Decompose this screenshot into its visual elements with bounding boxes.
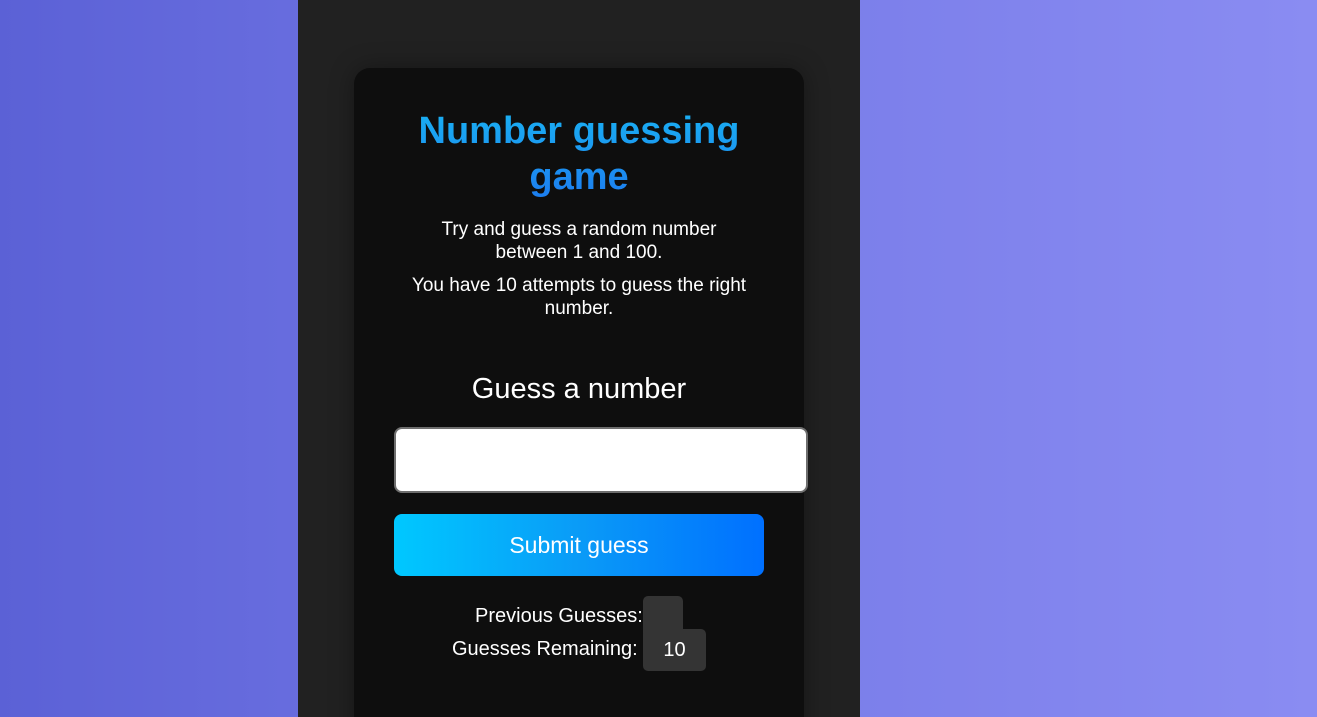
guesses-remaining-value: 10 bbox=[643, 629, 706, 671]
page-title: Number guessing game bbox=[354, 108, 804, 200]
guesses-remaining-label: Guesses Remaining: bbox=[452, 638, 638, 660]
center-column: Number guessing game Try and guess a ran… bbox=[298, 0, 860, 717]
guess-label: Guess a number bbox=[471, 373, 687, 405]
game-card: Number guessing game Try and guess a ran… bbox=[354, 68, 808, 717]
description-attempts: You have 10 attempts to guess the right … bbox=[354, 274, 804, 320]
description-range-text: Try and guess a random number between 1 … bbox=[441, 219, 717, 263]
previous-guesses-label: Previous Guesses: bbox=[475, 605, 643, 627]
description-attempts-text: You have 10 attempts to guess the right … bbox=[411, 275, 747, 319]
guess-input[interactable] bbox=[394, 427, 808, 493]
title-text: Number guessing game bbox=[418, 110, 740, 198]
submit-guess-button[interactable]: Submit guess bbox=[394, 514, 764, 576]
description-range: Try and guess a random number between 1 … bbox=[354, 218, 804, 264]
